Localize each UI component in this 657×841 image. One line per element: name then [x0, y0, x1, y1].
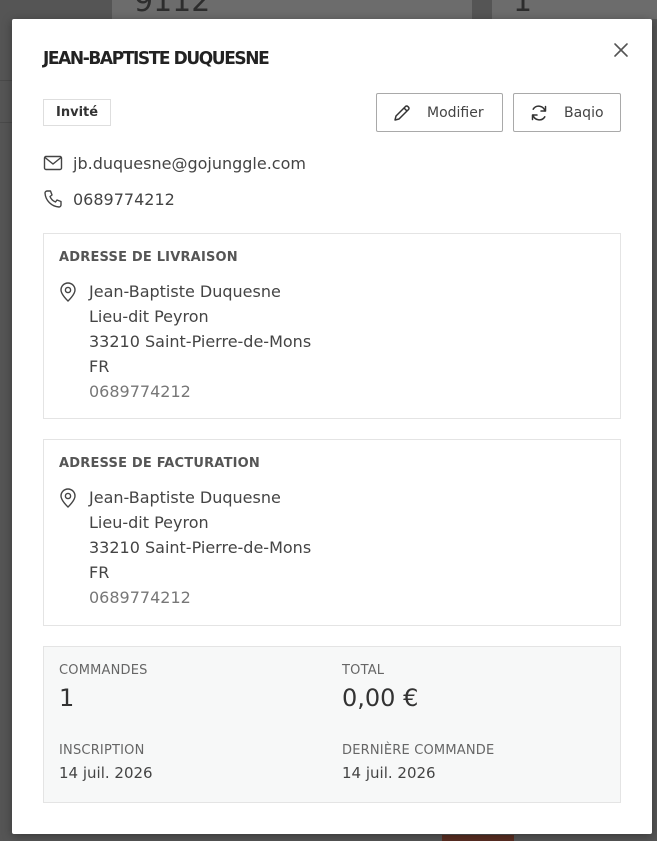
address-phone: 0689774212 [89, 382, 191, 401]
mail-icon [43, 153, 63, 173]
billing-address: Jean-Baptiste Duquesne Lieu-dit Peyron 3… [59, 485, 311, 610]
phone-value[interactable]: 0689774212 [73, 190, 175, 209]
customer-name: JEAN-BAPTISTE DUQUESNE [43, 48, 270, 70]
address-line: Lieu-dit Peyron [89, 513, 209, 532]
billing-address-title: ADRESSE DE FACTURATION [59, 456, 260, 471]
background-number: 1 [513, 0, 533, 19]
customer-modal: JEAN-BAPTISTE DUQUESNE Invité Modifier B… [12, 19, 652, 834]
orders-value: 1 [59, 684, 75, 712]
email-value[interactable]: jb.duquesne@gojunggle.com [73, 154, 306, 173]
orders-stat: COMMANDES 1 [59, 663, 148, 712]
address-country: FR [89, 563, 110, 582]
background-badge [442, 835, 514, 841]
last-order-stat: DERNIÈRE COMMANDE 14 juil. 2026 [342, 743, 494, 782]
orders-label: COMMANDES [59, 663, 148, 678]
shipping-address-title: ADRESSE DE LIVRAISON [59, 250, 238, 265]
address-line: Jean-Baptiste Duquesne [89, 282, 281, 301]
background-divider [0, 122, 12, 123]
phone-row: 0689774212 [43, 189, 175, 209]
last-order-label: DERNIÈRE COMMANDE [342, 743, 495, 758]
address-line: 33210 Saint-Pierre-de-Mons [89, 538, 312, 557]
sync-baqio-button[interactable]: Baqio [513, 93, 621, 132]
phone-icon [43, 189, 63, 209]
last-order-value: 14 juil. 2026 [342, 764, 436, 782]
location-pin-icon [59, 279, 81, 404]
signup-value: 14 juil. 2026 [59, 764, 153, 782]
edit-button-label: Modifier [427, 104, 484, 121]
customer-stats: COMMANDES 1 TOTAL 0,00 € INSCRIPTION 14 … [43, 646, 621, 803]
sync-icon [531, 104, 547, 121]
total-stat: TOTAL 0,00 € [342, 663, 418, 712]
address-line: Lieu-dit Peyron [89, 307, 209, 326]
shipping-address-card: ADRESSE DE LIVRAISON Jean-Baptiste Duque… [43, 233, 621, 419]
address-line: Jean-Baptiste Duquesne [89, 488, 281, 507]
address-phone: 0689774212 [89, 588, 191, 607]
signup-stat: INSCRIPTION 14 juil. 2026 [59, 743, 153, 782]
address-country: FR [89, 357, 110, 376]
customer-type-badge: Invité [43, 99, 112, 126]
background-number: 9112 [134, 0, 211, 19]
shipping-address: Jean-Baptiste Duquesne Lieu-dit Peyron 3… [59, 279, 311, 404]
edit-button[interactable]: Modifier [376, 93, 503, 132]
signup-label: INSCRIPTION [59, 743, 145, 758]
address-line: 33210 Saint-Pierre-de-Mons [89, 332, 312, 351]
sync-button-label: Baqio [564, 104, 604, 121]
billing-address-card: ADRESSE DE FACTURATION Jean-Baptiste Duq… [43, 439, 621, 626]
total-label: TOTAL [342, 663, 385, 678]
location-pin-icon [59, 485, 81, 610]
email-row: jb.duquesne@gojunggle.com [43, 153, 306, 173]
pencil-icon [394, 104, 410, 121]
total-value: 0,00 € [342, 684, 419, 712]
close-button[interactable] [612, 41, 630, 59]
close-icon [614, 43, 628, 57]
background-divider [0, 80, 12, 81]
